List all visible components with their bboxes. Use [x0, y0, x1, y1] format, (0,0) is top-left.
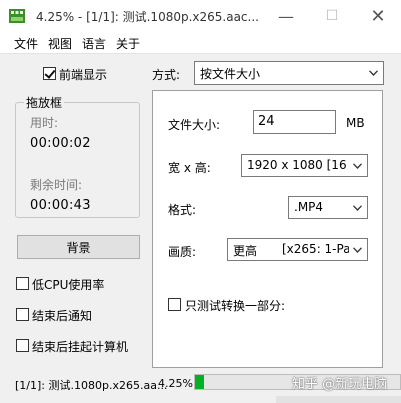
drag-box-title: 拖放框	[24, 94, 65, 111]
maximize-button[interactable]: ☐	[309, 0, 355, 32]
remaining-label: 剩余时间:	[30, 178, 83, 192]
background-strip	[276, 396, 401, 403]
low-cpu-label: 低CPU使用率	[32, 278, 105, 292]
format-label: 格式:	[168, 203, 197, 217]
menu-language[interactable]: 语言	[82, 35, 106, 52]
elapsed-label: 用时:	[30, 116, 59, 130]
format-select[interactable]: .MP4	[288, 196, 368, 219]
watermark: 知乎 @新玩电脑	[292, 377, 388, 392]
method-value: 按文件大小	[200, 67, 261, 81]
remaining-value: 00:00:43	[30, 198, 91, 213]
resolution-select[interactable]: 1920 x 1080 [16	[241, 154, 368, 177]
window-title: 4.25% - [1/1]: 测试.1080p.x265.aac...	[36, 10, 259, 24]
menu-view[interactable]: 视图	[48, 35, 72, 52]
method-label: 方式:	[152, 68, 181, 82]
status-file: [1/1]: 测试.1080p.x265.aa...	[15, 379, 168, 392]
chevron-down-icon	[350, 197, 365, 218]
chevron-down-icon	[366, 62, 381, 84]
filesize-unit: MB	[346, 116, 365, 130]
menu-file[interactable]: 文件	[14, 35, 38, 52]
close-button[interactable]: ✕	[355, 0, 401, 32]
elapsed-value: 00:00:02	[30, 136, 91, 151]
preview-label: 前端显示	[59, 68, 108, 82]
low-cpu-checkbox[interactable]	[16, 277, 29, 290]
suspend-label: 结束后挂起计算机	[32, 340, 129, 354]
resolution-value: 1920 x 1080 [16	[247, 158, 347, 172]
app-icon	[8, 7, 26, 25]
partial-test-label: 只测试转换一部分:	[185, 299, 286, 313]
format-value: .MP4	[294, 200, 324, 214]
suspend-checkbox[interactable]	[16, 339, 29, 352]
progress-fill	[195, 375, 204, 389]
chevron-down-icon	[350, 155, 365, 176]
filesize-input[interactable]: 24	[253, 110, 336, 134]
notify-checkbox[interactable]	[16, 308, 29, 321]
method-select[interactable]: 按文件大小	[194, 61, 384, 85]
partial-test-checkbox[interactable]	[168, 298, 181, 311]
preview-checkbox[interactable]	[43, 67, 56, 80]
status-percent: 4.25%	[158, 377, 193, 390]
notify-label: 结束后通知	[32, 309, 93, 323]
quality-label: 画质:	[168, 245, 197, 259]
minimize-button[interactable]: —	[263, 0, 309, 32]
quality-value: 更高	[233, 244, 258, 258]
chevron-down-icon	[350, 239, 365, 260]
filesize-label: 文件大小:	[168, 118, 221, 132]
resolution-label: 宽 x 高:	[168, 161, 211, 175]
menu-about[interactable]: 关于	[116, 35, 140, 52]
filesize-value: 24	[258, 114, 275, 129]
quality-select[interactable]: 更高 [x265: 1-Pa	[227, 238, 368, 261]
quality-detail: [x265: 1-Pa	[282, 242, 349, 256]
background-button[interactable]: 背景	[17, 235, 140, 259]
